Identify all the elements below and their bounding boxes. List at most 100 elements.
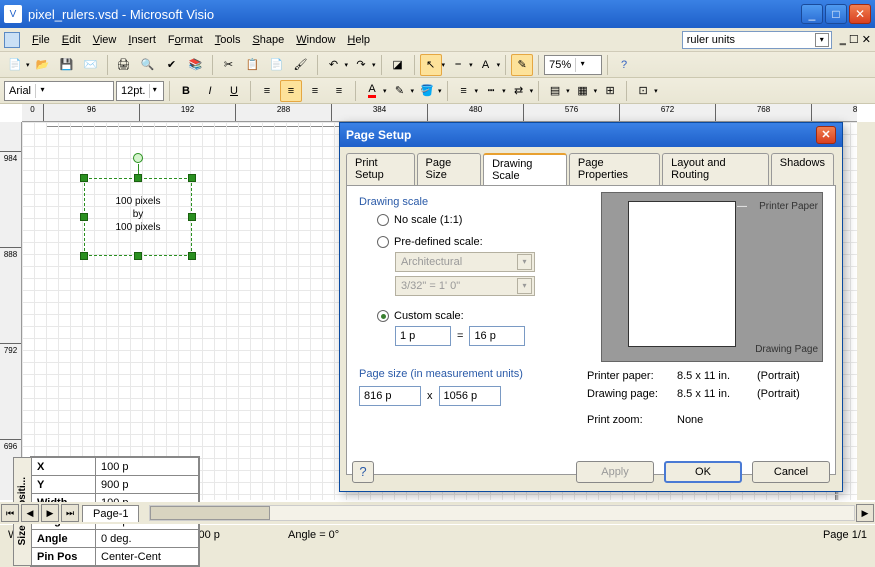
resize-handle-br[interactable] [188,252,196,260]
spelling-icon[interactable]: ✔ [161,54,183,76]
line-color-icon[interactable]: ✎ [389,80,411,102]
paste-icon[interactable]: 📄 [266,54,288,76]
align-right-icon[interactable]: ≡ [304,80,326,102]
dialog-help-button[interactable]: ? [352,461,374,483]
menu-insert[interactable]: Insert [122,32,162,48]
menu-format[interactable]: Format [162,32,209,48]
shapes-window-icon[interactable]: ◪ [387,54,409,76]
redo-icon[interactable]: ↷ [350,54,372,76]
first-page-button[interactable]: ⏮ [1,504,19,522]
menu-view[interactable]: View [87,32,123,48]
fill-color-icon[interactable]: 🪣 [416,80,438,102]
next-page-button[interactable]: ▶ [41,504,59,522]
scroll-right-button[interactable]: ▶ [856,504,874,522]
italic-icon[interactable]: I [199,80,221,102]
resize-handle-ml[interactable] [80,213,88,221]
line-pattern-icon[interactable]: ┅ [480,80,502,102]
align-left-icon[interactable]: ≡ [256,80,278,102]
resize-handle-bm[interactable] [134,252,142,260]
align-center-icon[interactable]: ≡ [280,80,302,102]
print-icon[interactable]: 🖨 [113,54,135,76]
help-search-dropdown[interactable]: ▾ [815,33,829,47]
tab-shadows[interactable]: Shadows [771,153,834,185]
tab-page-properties[interactable]: Page Properties [569,153,660,185]
bold-icon[interactable]: B [175,80,197,102]
menu-file[interactable]: File [26,32,56,48]
sp-row-angle[interactable]: Angle0 deg. [32,530,199,548]
distribute-shapes-icon[interactable]: ▦ [572,80,594,102]
custom-scale-left-input[interactable] [395,326,451,346]
help-search-text: ruler units [687,34,735,46]
cut-icon[interactable]: ✂ [218,54,240,76]
ink-tool-icon[interactable]: ✎ [511,54,533,76]
resize-handle-tr[interactable] [188,174,196,182]
underline-icon[interactable]: U [223,80,245,102]
page-tab[interactable]: Page-1 [82,505,139,522]
resize-handle-bl[interactable] [80,252,88,260]
line-ends-icon[interactable]: ⇄ [508,80,530,102]
tab-drawing-scale[interactable]: Drawing Scale [483,153,567,185]
dialog-close-button[interactable]: ✕ [816,126,836,144]
dialog-tabs: Print Setup Page Size Drawing Scale Page… [340,147,842,185]
undo-icon[interactable]: ↶ [323,54,345,76]
open-icon[interactable]: 📂 [32,54,54,76]
sp-row-pinpos[interactable]: Pin PosCenter-Cent [32,548,199,566]
menu-help[interactable]: Help [341,32,376,48]
resize-handle-mr[interactable] [188,213,196,221]
research-icon[interactable]: 📚 [185,54,207,76]
pointer-tool-icon[interactable]: ↖ [420,54,442,76]
tab-page-size[interactable]: Page Size [417,153,482,185]
ok-button[interactable]: OK [664,461,742,483]
text-tool-icon[interactable]: A [475,54,497,76]
sp-row-y[interactable]: Y900 p [32,476,199,494]
save-icon[interactable]: 💾 [56,54,78,76]
group-icon[interactable]: ⊡ [632,80,654,102]
rotation-handle[interactable] [133,153,143,163]
menu-window[interactable]: Window [290,32,341,48]
drawing-page-label: Drawing page: [587,388,677,400]
menu-shape[interactable]: Shape [246,32,290,48]
align-shapes-icon[interactable]: ▤ [544,80,566,102]
mail-icon[interactable]: ✉️ [80,54,102,76]
custom-scale-right-input[interactable] [469,326,525,346]
help-icon[interactable]: ? [613,54,635,76]
line-weight-icon[interactable]: ≡ [453,80,475,102]
preview-page-label: Drawing Page [755,344,818,355]
zoom-combo[interactable]: 75%▾ [544,55,602,75]
print-preview-icon[interactable]: 🔍 [137,54,159,76]
resize-handle-tl[interactable] [80,174,88,182]
page-height-input[interactable] [439,386,501,406]
tab-print-setup[interactable]: Print Setup [346,153,415,185]
tab-layout-routing[interactable]: Layout and Routing [662,153,769,185]
page-width-input[interactable] [359,386,421,406]
dialog-body: Drawing scale No scale (1:1) Pre-defined… [346,185,836,475]
selected-shape[interactable]: 100 pixels by 100 pixels [84,178,192,256]
sp-row-x[interactable]: X100 p [32,458,199,476]
drawing-page-value: 8.5 x 11 in. [677,388,757,400]
new-icon[interactable]: 📄 [4,54,26,76]
copy-icon[interactable]: 📋 [242,54,264,76]
menu-tools[interactable]: Tools [209,32,247,48]
horizontal-scrollbar[interactable] [149,505,855,521]
maximize-button[interactable]: □ [825,4,847,24]
help-search-box[interactable]: ruler units ▾ [682,31,832,49]
printer-paper-orient: (Portrait) [757,370,817,382]
menu-edit[interactable]: Edit [56,32,87,48]
vertical-scrollbar[interactable] [857,122,875,500]
connect-shapes-icon[interactable]: ⊞ [599,80,621,102]
close-button[interactable]: ✕ [849,4,871,24]
dialog-titlebar[interactable]: Page Setup ✕ [340,123,842,147]
cancel-button[interactable]: Cancel [752,461,830,483]
format-painter-icon[interactable]: 🖌 [290,54,312,76]
align-justify-icon[interactable]: ≡ [328,80,350,102]
status-angle: Angle = 0° [288,529,428,541]
prev-page-button[interactable]: ◀ [21,504,39,522]
connector-tool-icon[interactable]: ⎯ [447,54,469,76]
resize-handle-tm[interactable] [134,174,142,182]
document-icon[interactable] [4,32,20,48]
minimize-button[interactable]: _ [801,4,823,24]
font-size-combo[interactable]: 12pt.▾ [116,81,164,101]
font-color-icon[interactable]: A [361,80,383,102]
font-combo[interactable]: Arial▾ [4,81,114,101]
last-page-button[interactable]: ⏭ [61,504,79,522]
